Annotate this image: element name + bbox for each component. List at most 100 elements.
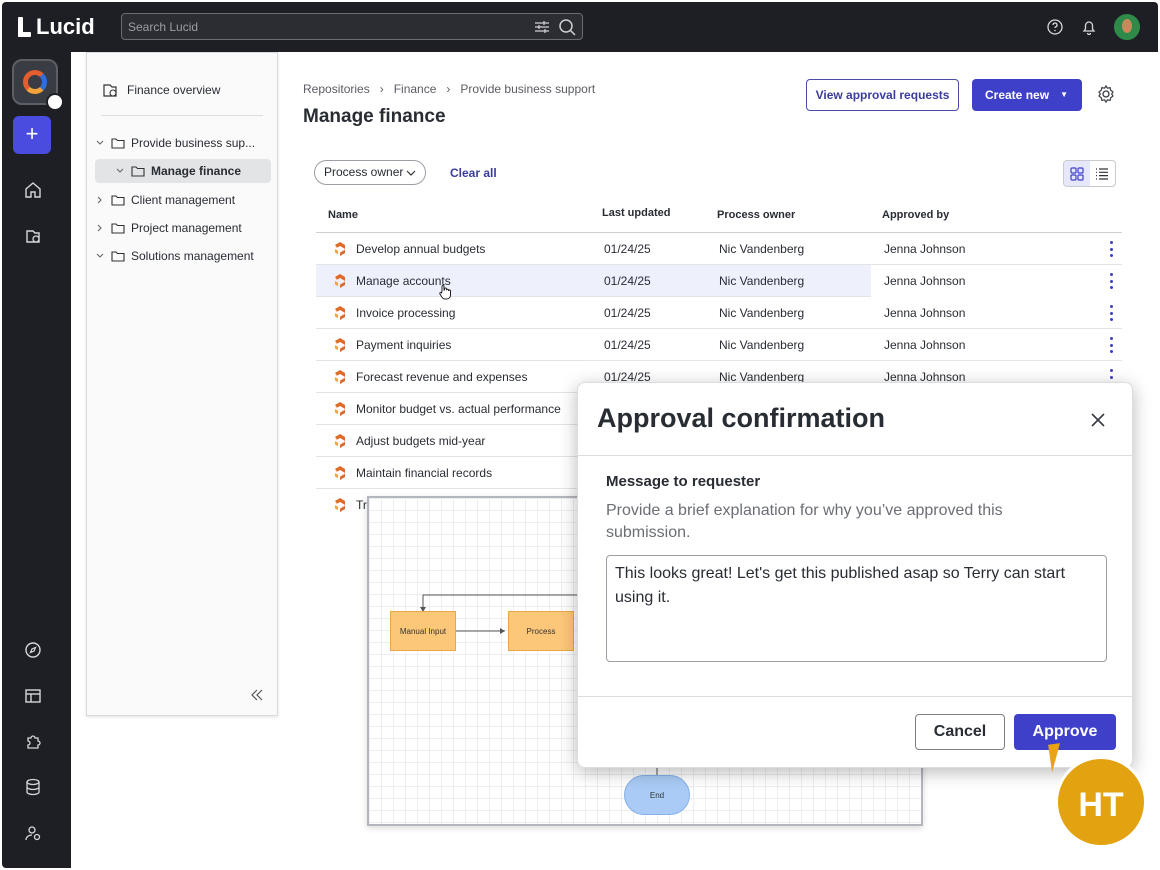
shape-end[interactable]: End <box>624 775 690 815</box>
breadcrumb-provide-business-support[interactable]: Provide business support <box>460 82 595 96</box>
tree-item-provide-business-support[interactable]: Provide business sup... <box>95 131 255 155</box>
help-icon[interactable] <box>1046 18 1064 36</box>
user-settings-icon[interactable] <box>23 823 43 843</box>
sidebar-header-label: Finance overview <box>127 83 221 97</box>
cancel-button[interactable]: Cancel <box>915 714 1005 750</box>
breadcrumb-repositories[interactable]: Repositories <box>303 82 370 96</box>
bell-icon[interactable] <box>1080 18 1098 36</box>
lucid-logo-mark-icon <box>18 17 32 37</box>
process-doc-icon <box>335 434 345 448</box>
chevron-down-icon[interactable] <box>95 138 105 148</box>
home-icon[interactable] <box>23 180 43 200</box>
row-more-icon[interactable] <box>1110 273 1114 289</box>
row-name: Forecast revenue and expenses <box>356 370 528 384</box>
column-header-last-updated[interactable]: Last updated <box>602 207 670 219</box>
filter-sliders-icon[interactable] <box>533 18 551 36</box>
table-row[interactable]: Invoice processing 01/24/25 Nic Vandenbe… <box>316 297 1122 329</box>
table-row[interactable]: Payment inquiries 01/24/25 Nic Vandenber… <box>316 329 1122 361</box>
database-icon[interactable] <box>23 777 43 797</box>
compass-icon[interactable] <box>23 640 43 660</box>
column-header-process-owner[interactable]: Process owner <box>717 209 795 221</box>
create-plus-button[interactable]: + <box>13 116 51 154</box>
create-new-label: Create new <box>985 88 1050 102</box>
search-input[interactable] <box>128 18 528 36</box>
table-row[interactable]: Manage accounts 01/24/25 Nic Vandenberg … <box>316 265 1122 297</box>
clear-all-link[interactable]: Clear all <box>450 166 497 180</box>
tree-item-manage-finance[interactable]: Manage finance <box>95 159 271 183</box>
search-icon[interactable] <box>558 18 576 36</box>
chevron-right-icon[interactable] <box>95 223 105 233</box>
chevron-updown-icon <box>46 93 64 111</box>
dialog-title: Approval confirmation <box>597 403 886 433</box>
row-name: Develop annual budgets <box>356 242 486 256</box>
layout-template-icon[interactable] <box>23 686 43 706</box>
process-doc-icon <box>335 370 345 384</box>
lucid-app-icon <box>23 70 47 94</box>
create-new-button[interactable]: Create new ▼ <box>972 79 1082 111</box>
brand-name: Lucid <box>36 14 95 39</box>
row-owner: Nic Vandenberg <box>719 274 805 288</box>
row-updated: 01/24/25 <box>604 338 651 352</box>
row-updated: 01/24/25 <box>604 274 651 288</box>
row-name: Manage accounts <box>356 274 451 288</box>
collapse-sidebar-icon[interactable] <box>249 687 265 703</box>
process-doc-icon <box>335 338 345 352</box>
gear-icon[interactable] <box>1096 84 1116 104</box>
finance-overview-link[interactable]: Finance overview <box>101 81 220 99</box>
view-approval-requests-button[interactable]: View approval requests <box>806 79 959 111</box>
tree-item-solutions-management[interactable]: Solutions management <box>95 244 254 268</box>
message-help-text: Provide a brief explanation for why you’… <box>606 502 1003 541</box>
process-doc-icon <box>335 274 345 288</box>
tree-item-label: Client management <box>131 193 236 207</box>
row-more-icon[interactable] <box>1110 305 1114 321</box>
folder-icon <box>111 195 125 206</box>
row-updated: 01/24/25 <box>604 306 651 320</box>
chevron-right-icon[interactable] <box>95 195 105 205</box>
grid-view-button[interactable] <box>1064 161 1090 186</box>
row-owner: Nic Vandenberg <box>719 242 805 256</box>
user-avatar[interactable] <box>1114 14 1140 40</box>
tree-item-client-management[interactable]: Client management <box>95 188 235 212</box>
breadcrumb-separator: › <box>446 82 451 96</box>
lucid-logo[interactable]: Lucid <box>18 14 95 40</box>
breadcrumb: Repositories › Finance › Provide busines… <box>303 82 595 96</box>
shape-manual-input[interactable]: Manual Input <box>390 611 456 651</box>
row-approved: Jenna Johnson <box>884 338 966 352</box>
hand-pointer-icon <box>439 285 451 300</box>
app-switcher[interactable] <box>12 59 64 111</box>
close-icon[interactable] <box>1088 410 1108 430</box>
chevron-down-icon[interactable] <box>95 251 105 261</box>
documents-check-icon[interactable] <box>23 226 43 246</box>
tree-item-project-management[interactable]: Project management <box>95 216 242 240</box>
process-owner-filter[interactable]: Process owner <box>314 160 426 185</box>
process-doc-icon <box>335 498 345 512</box>
row-more-icon[interactable] <box>1110 241 1114 257</box>
row-approved: Jenna Johnson <box>884 242 966 256</box>
row-owner: Nic Vandenberg <box>719 306 805 320</box>
folder-icon <box>131 166 145 177</box>
puzzle-icon[interactable] <box>23 732 43 752</box>
breadcrumb-separator: › <box>379 82 384 96</box>
process-doc-icon <box>335 306 345 320</box>
table-row[interactable]: Develop annual budgets 01/24/25 Nic Vand… <box>316 233 1122 265</box>
chevron-down-icon <box>406 170 416 176</box>
grid-view-icon <box>1070 166 1084 181</box>
row-approved: Jenna Johnson <box>884 274 966 288</box>
chevron-down-icon[interactable] <box>115 166 125 176</box>
column-header-approved-by[interactable]: Approved by <box>882 209 949 221</box>
row-more-icon[interactable] <box>1110 337 1114 353</box>
view-toggle <box>1063 160 1116 187</box>
sidebar-divider <box>101 115 263 116</box>
page-title: Manage finance <box>303 106 446 127</box>
message-textarea[interactable]: This looks great! Let's get this publish… <box>606 555 1107 662</box>
caret-down-icon: ▼ <box>1060 90 1068 99</box>
list-view-button[interactable] <box>1090 161 1116 186</box>
row-name: Invoice processing <box>356 306 456 320</box>
row-name: Tr <box>356 498 367 512</box>
folder-icon <box>111 223 125 234</box>
search-box[interactable] <box>121 13 583 40</box>
tree-item-label: Manage finance <box>151 164 242 178</box>
column-header-name[interactable]: Name <box>328 209 358 221</box>
breadcrumb-finance[interactable]: Finance <box>394 82 437 96</box>
shape-process[interactable]: Process <box>508 611 574 651</box>
